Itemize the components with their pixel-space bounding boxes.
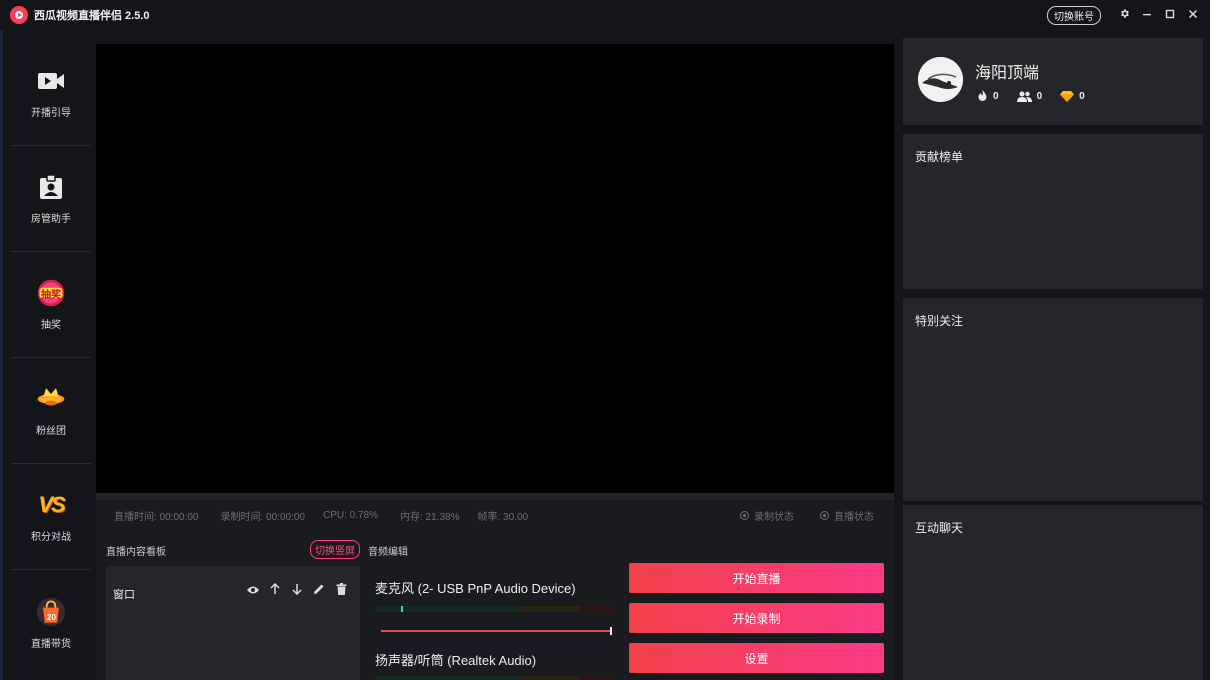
sidebar-item-label: 抽奖: [41, 320, 61, 331]
followers-value: 0: [1036, 90, 1043, 102]
maximize-icon[interactable]: [1159, 8, 1181, 22]
camera-icon: [36, 66, 66, 96]
microphone-level-meter: [375, 606, 615, 612]
sidebar-item-label: 房管助手: [31, 214, 71, 225]
bottom-panel: 直播内容看板 切换竖屏 音频编辑 窗口 麦克风 (2- USB PnP Audi…: [96, 531, 894, 680]
content-panel-title: 直播内容看板: [106, 547, 166, 558]
frame-rate: 帧率: 30.00: [477, 512, 529, 523]
profile-card: 海阳顶端 0 0 0: [903, 38, 1203, 125]
vs-badge-text: VS: [38, 492, 65, 517]
sidebar-item-label: 直播带货: [31, 638, 71, 650]
preview-divider: [96, 493, 894, 500]
live-time: 直播时间: 00:00:00: [114, 512, 199, 523]
source-item-name: 窗口: [113, 589, 135, 601]
diamonds-count: 0: [1060, 90, 1085, 102]
live-status-icon: [820, 511, 829, 520]
badge-icon: [36, 172, 66, 202]
microphone-volume-slider[interactable]: [381, 627, 612, 635]
app-title: 西瓜视频直播伴侣 2.5.0: [34, 10, 150, 22]
visibility-eye-icon[interactable]: [242, 583, 264, 598]
cpu-usage: CPU: 0.78%: [322, 510, 378, 521]
live-status-label: 直播状态: [834, 512, 874, 523]
special-follow-title: 特别关注: [915, 314, 964, 328]
record-status: 录制状态: [740, 508, 794, 523]
settings-button[interactable]: 设置: [629, 643, 884, 673]
memory-usage: 内存: 21.38%: [400, 512, 460, 523]
move-up-arrow-icon[interactable]: [264, 582, 286, 598]
shopping-bag-icon: 20: [36, 597, 66, 627]
start-live-button[interactable]: 开始直播: [629, 563, 884, 593]
delete-trash-icon[interactable]: [330, 583, 352, 598]
settings-gear-icon[interactable]: [1113, 8, 1135, 22]
sidebar-item-live-guide[interactable]: 开播引导: [11, 40, 91, 146]
record-status-icon: [740, 511, 749, 520]
close-icon[interactable]: [1182, 8, 1204, 22]
left-sidebar: 开播引导 房管助手 抽奖 抽奖 粉丝团 VS 积分对战 20 直播带货: [0, 30, 96, 680]
edit-pencil-icon[interactable]: [308, 583, 330, 598]
sidebar-item-room-manager[interactable]: 房管助手: [11, 146, 91, 252]
diamond-icon: [1060, 90, 1075, 102]
speaker-level-meter: [375, 676, 615, 680]
contribution-title: 贡献榜单: [915, 150, 964, 164]
microphone-level-marker: [401, 606, 404, 612]
microphone-label: 麦克风 (2- USB PnP Audio Device): [375, 581, 576, 596]
sidebar-item-fan-club[interactable]: 粉丝团: [11, 358, 91, 464]
vs-icon: VS: [36, 490, 66, 520]
username: 海阳顶端: [975, 65, 1040, 82]
lottery-icon: 抽奖: [36, 278, 66, 308]
sidebar-item-points-battle[interactable]: VS 积分对战: [11, 464, 91, 570]
shopping-badge-text: 20: [47, 612, 56, 622]
diamonds-value: 0: [1079, 90, 1085, 102]
volume-slider-handle[interactable]: [610, 627, 612, 635]
move-down-arrow-icon[interactable]: [286, 583, 308, 598]
sidebar-item-label: 粉丝团: [36, 426, 66, 437]
lottery-badge-text: 抽奖: [41, 289, 61, 301]
flame-icon: [978, 90, 987, 101]
title-bar: 西瓜视频直播伴侣 2.5.0 切换账号: [0, 0, 1210, 30]
followers-count: 0: [1016, 90, 1043, 102]
live-preview-canvas[interactable]: [96, 44, 894, 493]
contribution-panel: 贡献榜单: [903, 134, 1203, 289]
app-logo-icon: [10, 6, 28, 24]
chat-panel: 互动聊天: [903, 505, 1203, 680]
minimize-icon[interactable]: [1136, 8, 1158, 22]
speaker-label: 扬声器/听筒 (Realtek Audio): [375, 653, 537, 668]
live-status: 直播状态: [820, 508, 874, 523]
source-list: 窗口: [106, 566, 360, 680]
avatar[interactable]: [918, 57, 963, 102]
users-icon: [1016, 91, 1032, 102]
sidebar-item-label: 积分对战: [31, 532, 71, 543]
switch-vertical-button[interactable]: 切换竖屏: [310, 540, 360, 559]
sidebar-item-live-shopping[interactable]: 20 直播带货: [11, 570, 91, 676]
record-time: 录制时间: 00:00:00: [220, 512, 305, 523]
special-follow-panel: 特别关注: [903, 298, 1203, 501]
record-status-label: 录制状态: [754, 512, 794, 523]
sidebar-item-lottery[interactable]: 抽奖 抽奖: [11, 252, 91, 358]
likes-value: 0: [993, 90, 999, 102]
likes-count: 0: [977, 90, 999, 102]
fan-club-icon: [36, 384, 66, 414]
chat-title: 互动聊天: [915, 521, 964, 535]
switch-account-button[interactable]: 切换账号: [1047, 5, 1101, 25]
status-bar: 直播时间: 00:00:00 录制时间: 00:00:00 CPU: 0.78%…: [96, 500, 894, 531]
sidebar-item-label: 开播引导: [31, 108, 71, 119]
audio-editor-title: 音频编辑: [368, 547, 408, 558]
start-record-button[interactable]: 开始录制: [629, 603, 884, 633]
